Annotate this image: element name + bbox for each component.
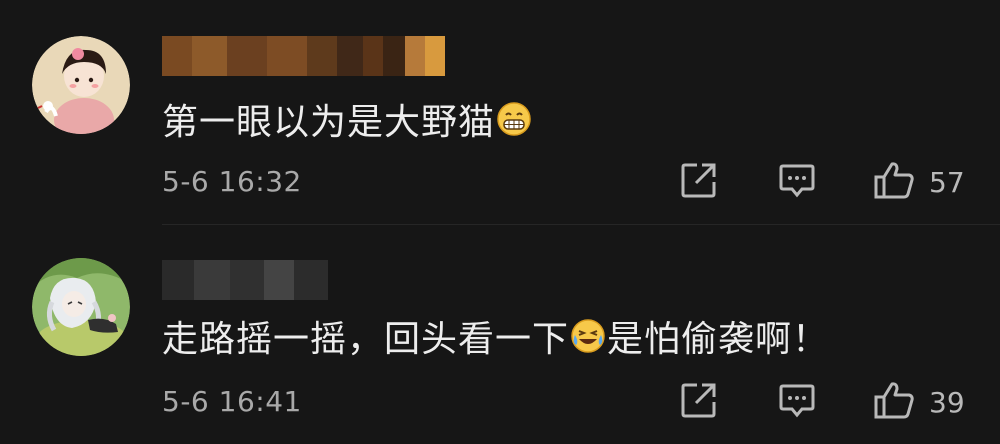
- comment-item: 第一眼以为是大野猫 5-6 16:32 57: [0, 0, 1000, 224]
- share-icon: [680, 381, 718, 423]
- avatar[interactable]: [32, 36, 130, 134]
- comment-time: 5-6 16:32: [162, 165, 302, 198]
- comment-button[interactable]: [778, 162, 816, 202]
- avatar[interactable]: [32, 258, 130, 356]
- comment-icon: [778, 381, 816, 423]
- like-count: 57: [929, 165, 965, 199]
- like-button[interactable]: 57: [873, 162, 965, 202]
- grinning-face-emoji-icon: [496, 101, 532, 137]
- like-count: 39: [929, 385, 965, 419]
- comment-time: 5-6 16:41: [162, 385, 302, 418]
- comment-text-part: 第一眼以为是大野猫: [162, 102, 496, 143]
- comment-text: 第一眼以为是大野猫: [162, 93, 533, 145]
- thumbs-up-icon: [873, 160, 915, 204]
- comment-text-part: 是怕偷袭啊！: [607, 319, 830, 360]
- comment-text: 走路摇一摇，回头看一下 是怕偷袭啊！: [162, 310, 829, 362]
- comment-button[interactable]: [778, 382, 816, 422]
- username-blurred[interactable]: [162, 260, 328, 300]
- like-button[interactable]: 39: [873, 382, 965, 422]
- share-icon: [680, 161, 718, 203]
- username-blurred[interactable]: [162, 36, 445, 76]
- comment-icon: [778, 161, 816, 203]
- share-button[interactable]: [680, 162, 718, 202]
- divider: [162, 224, 1000, 225]
- thumbs-up-icon: [873, 380, 915, 424]
- laughing-crying-emoji-icon: [570, 318, 606, 354]
- comment-item: 走路摇一摇，回头看一下 是怕偷袭啊！ 5-6 16:41 39: [0, 226, 1000, 444]
- comment-text-part: 走路摇一摇，回头看一下: [162, 319, 570, 360]
- share-button[interactable]: [680, 382, 718, 422]
